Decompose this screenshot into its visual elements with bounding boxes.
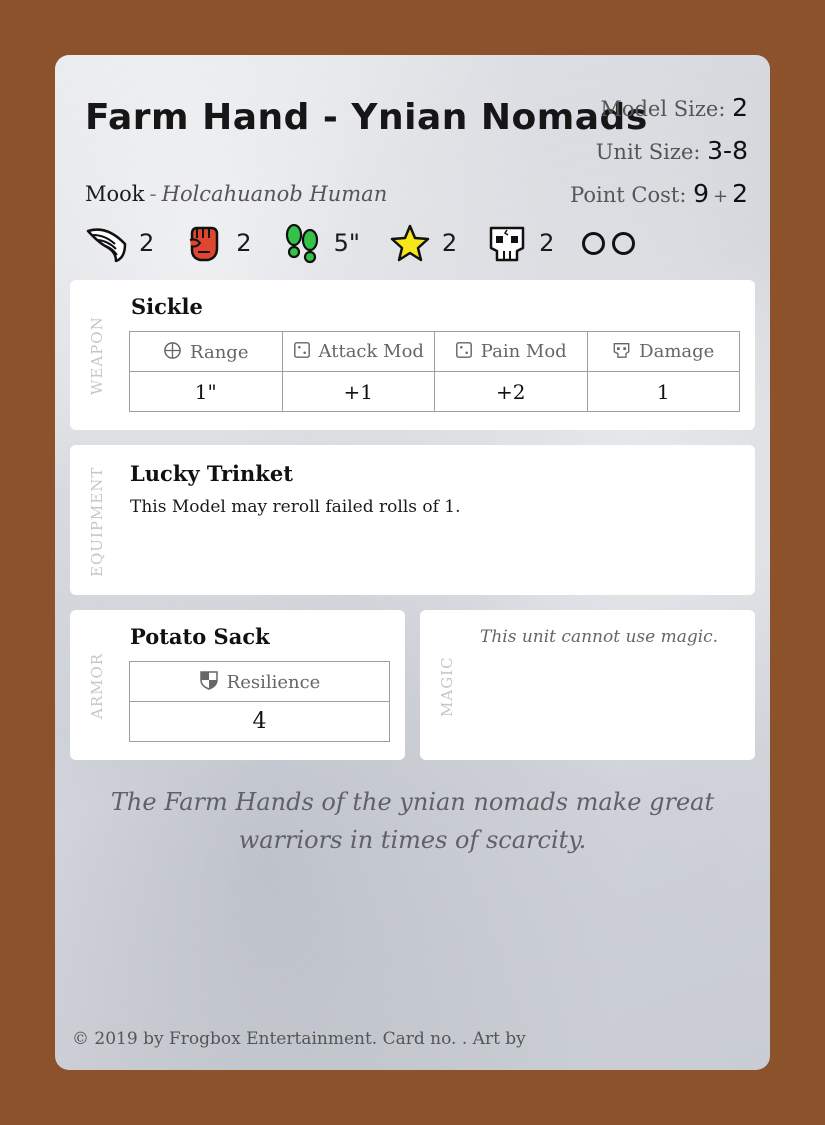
stat-value: 2 (236, 229, 252, 257)
weapon-table: Range Attack Mod Pain Mod Damage 1" +1 +… (129, 331, 740, 412)
damage-header: Damage (586, 331, 740, 372)
stat-speed: 2 (85, 222, 154, 264)
range-value: 1" (129, 371, 283, 412)
unit-size-label: Unit Size: (595, 140, 701, 164)
equipment-panel: EQUIPMENT Lucky Trinket This Model may r… (70, 445, 755, 595)
empty-slots (582, 231, 642, 255)
footprints-icon (285, 223, 318, 264)
point-cost-extra: 2 (732, 179, 748, 208)
model-size-value: 2 (732, 93, 748, 122)
unit-stats: Model Size: 2 Unit Size: 3-8 Point Cost:… (570, 87, 748, 217)
armor-table-header: Resilience (129, 661, 390, 702)
flavor-line-1: The Farm Hands of the ynian nomads make … (110, 788, 715, 816)
magic-description: This unit cannot use magic. (480, 627, 719, 647)
armor-table-row: 4 (129, 701, 390, 742)
stat-value: 2 (441, 229, 458, 257)
equipment-name: Lucky Trinket (130, 461, 293, 486)
pain-mod-value: +2 (434, 371, 588, 412)
model-size-label: Model Size: (600, 97, 726, 121)
flavor-line-2: warriors in times of scarcity. (238, 826, 587, 854)
die-icon (455, 342, 472, 358)
unit-subtitle: Mook - Holcahuanob Human (85, 182, 387, 206)
star-icon (390, 224, 430, 262)
weapon-section-label: WEAPON (88, 316, 106, 395)
armor-table: Resilience 4 (129, 661, 390, 742)
stat-value: 2 (139, 229, 155, 257)
skull-icon (489, 226, 525, 262)
unit-race: Holcahuanob Human (161, 182, 388, 206)
equipment-description: This Model may reroll failed rolls of 1. (130, 497, 461, 517)
copyright-footer: © 2019 by Frogbox Entertainment. Card no… (72, 1029, 526, 1049)
flavor-text: The Farm Hands of the ynian nomads make … (55, 783, 770, 859)
die-icon (293, 342, 310, 358)
stat-toughness: 2 (485, 222, 554, 264)
unit-size: Unit Size: 3-8 (570, 130, 748, 173)
pain-mod-label: Pain Mod (480, 341, 567, 362)
weapon-name: Sickle (131, 294, 203, 319)
model-size: Model Size: 2 (570, 87, 748, 130)
range-label: Range (190, 341, 249, 363)
unit-card: Farm Hand - Ynian Nomads Model Size: 2 U… (55, 55, 770, 1070)
weapon-panel: WEAPON Sickle Range Attack Mod Pain Mod … (70, 280, 755, 430)
attack-mod-label: Attack Mod (318, 341, 424, 362)
weapon-table-header: Range Attack Mod Pain Mod Damage (129, 331, 740, 372)
stat-value: 5" (333, 229, 360, 257)
stat-icons-row: 2 2 5" 2 2 (85, 221, 642, 265)
equipment-section-label: EQUIPMENT (88, 466, 106, 577)
resilience-value: 4 (129, 701, 390, 742)
empty-slot-circle (582, 231, 606, 255)
subtitle-separator: - (149, 182, 157, 206)
unit-rank: Mook (85, 182, 145, 206)
armor-panel: ARMOR Potato Sack Resilience 4 (70, 610, 405, 760)
card-title: Farm Hand - Ynian Nomads (85, 97, 648, 138)
range-header: Range (129, 331, 283, 372)
magic-panel: MAGIC This unit cannot use magic. (420, 610, 755, 760)
weapon-table-row: 1" +1 +2 1 (129, 371, 740, 412)
stat-strength: 2 (182, 222, 252, 264)
shield-icon (199, 671, 218, 690)
armor-name: Potato Sack (130, 624, 270, 649)
empty-slot-circle (612, 231, 636, 255)
damage-label: Damage (639, 341, 715, 362)
resilience-header: Resilience (129, 661, 390, 702)
fist-icon (189, 226, 219, 262)
skull-icon (613, 343, 630, 358)
point-cost-label: Point Cost: (570, 183, 687, 207)
stat-skill: 2 (388, 222, 457, 264)
unit-size-value: 3-8 (707, 136, 748, 165)
attack-mod-header: Attack Mod (281, 331, 435, 372)
armor-section-label: ARMOR (88, 652, 106, 719)
point-cost: Point Cost: 9 +2 (570, 173, 748, 217)
damage-value: 1 (586, 371, 740, 412)
stat-value: 2 (539, 229, 555, 257)
attack-mod-value: +1 (281, 371, 435, 412)
point-cost-plus: + (713, 186, 729, 207)
pain-mod-header: Pain Mod (434, 331, 588, 372)
point-cost-value: 9 (693, 179, 709, 208)
resilience-label: Resilience (226, 672, 321, 693)
stat-movement: 5" (280, 222, 360, 264)
wing-icon (86, 228, 127, 263)
crosshair-icon (164, 341, 181, 359)
magic-section-label: MAGIC (438, 656, 456, 717)
